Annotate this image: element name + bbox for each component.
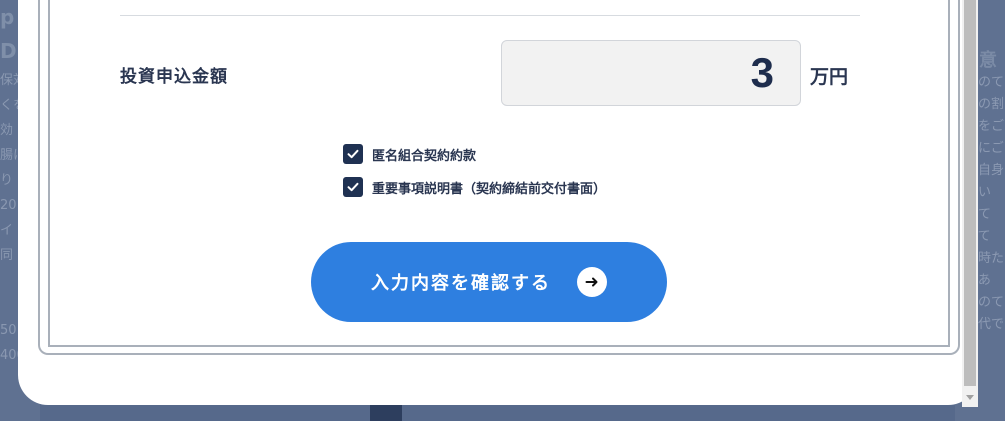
agreement-item-important-matters[interactable]: 重要事項説明書（契約締結前交付書面） [343,177,606,197]
divider [120,15,860,16]
agreement-item-contract[interactable]: 匿名組合契約約款 [343,144,476,164]
confirm-input-button[interactable]: 入力内容を確認する [311,242,667,322]
agreement-label: 匿名組合契約約款 [372,148,477,164]
amount-label: 投資申込金額 [120,67,228,87]
investment-modal: 投資申込金額 3 万円 匿名組合契約約款 重要事項説明書（契約締結前交付書面） … [18,0,978,405]
scrollbar-thumb[interactable] [964,0,976,386]
agreement-label: 重要事項説明書（契約締結前交付書面） [372,181,607,197]
confirm-button-label: 入力内容を確認する [371,273,551,294]
amount-input[interactable]: 3 [501,40,801,106]
arrow-right-icon [577,267,607,297]
check-icon [347,182,359,192]
checkbox-checked[interactable] [343,144,363,164]
check-icon [347,149,359,159]
checkbox-checked[interactable] [343,177,363,197]
scroll-down-icon[interactable] [962,390,978,406]
amount-unit: 万円 [810,66,849,88]
modal-content: 投資申込金額 3 万円 匿名組合契約約款 重要事項説明書（契約締結前交付書面） … [18,0,978,405]
modal-scrollbar[interactable] [962,0,978,407]
